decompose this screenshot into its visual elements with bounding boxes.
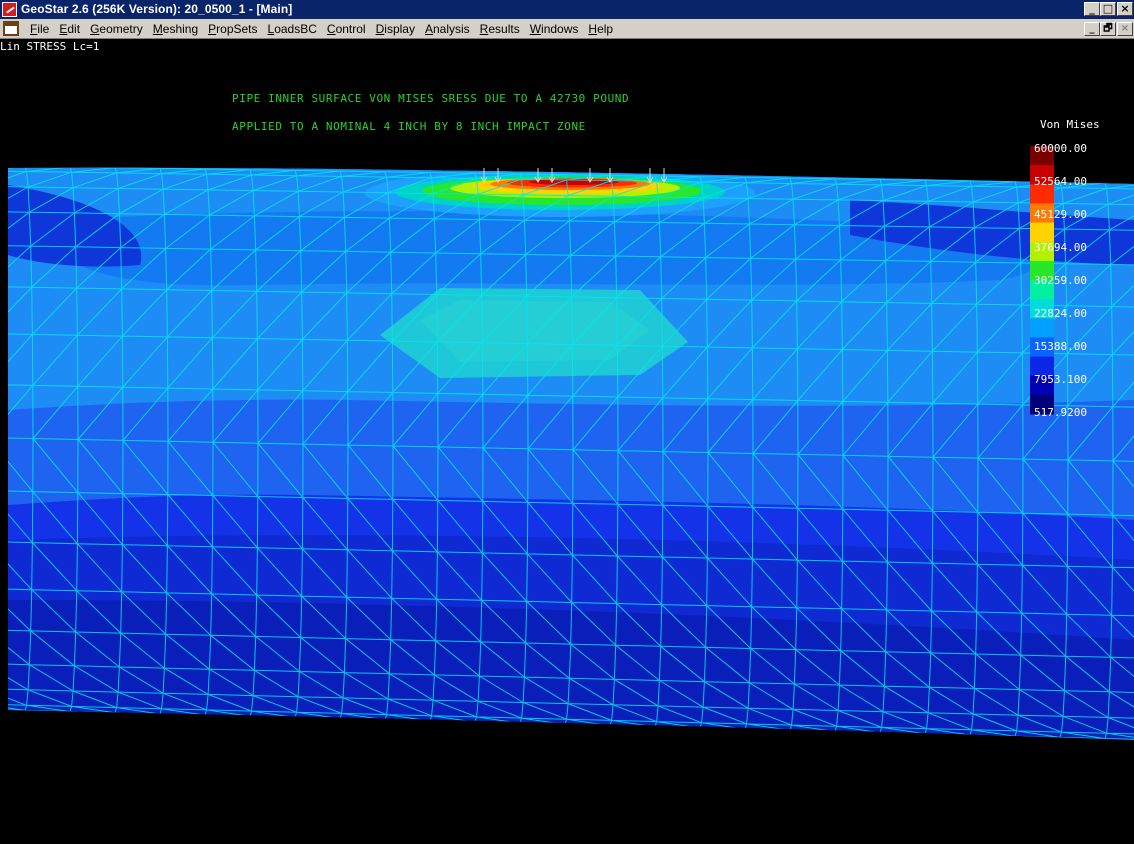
menu-geometry[interactable]: Geometry xyxy=(85,22,148,36)
app-icon[interactable] xyxy=(2,2,17,17)
legend-value: 7953.100 xyxy=(1034,373,1087,386)
legend-title: Von Mises xyxy=(1040,118,1100,131)
legend-value: 45129.00 xyxy=(1034,208,1087,221)
close-button[interactable]: × xyxy=(1117,2,1133,16)
menu-file[interactable]: File xyxy=(25,22,54,36)
mdi-minimize-button[interactable]: _ xyxy=(1084,22,1100,36)
menu-bar: File Edit Geometry Meshing PropSets LoadsBC Co… xyxy=(0,19,1134,39)
document-window-icon[interactable] xyxy=(3,21,19,36)
menu-display[interactable]: Display xyxy=(371,22,420,36)
title-bar[interactable]: GeoStar 2.6 (256K Version): 20_0500_1 - … xyxy=(0,0,1134,19)
pipe-stress-contour-plot[interactable] xyxy=(8,60,1134,844)
annotation-line-1: PIPE INNER SURFACE VON MISES SRESS DUE T… xyxy=(232,92,630,105)
legend-swatch xyxy=(1030,222,1054,243)
legend-value: 517.9200 xyxy=(1034,406,1087,419)
menu-analysis[interactable]: Analysis xyxy=(420,22,475,36)
stress-contours xyxy=(8,167,1134,741)
plot-status-line: Lin STRESS Lc=1 xyxy=(0,40,100,53)
maximize-button[interactable]: □ xyxy=(1100,2,1116,16)
menu-edit[interactable]: Edit xyxy=(54,22,85,36)
legend-value: 52564.00 xyxy=(1034,175,1087,188)
legend-value: 15388.00 xyxy=(1034,340,1087,353)
legend-value: 22824.00 xyxy=(1034,307,1087,320)
menu-loadsbc[interactable]: LoadsBC xyxy=(263,22,322,36)
legend-swatch xyxy=(1030,318,1054,338)
menu-control[interactable]: Control xyxy=(322,22,371,36)
menu-windows[interactable]: Windows xyxy=(525,22,584,36)
legend-value: 60000.00 xyxy=(1034,142,1087,155)
annotation-line-2: APPLIED TO A NOMINAL 4 INCH BY 8 INCH IM… xyxy=(232,120,586,133)
window-title: GeoStar 2.6 (256K Version): 20_0500_1 - … xyxy=(21,2,293,16)
menu-results[interactable]: Results xyxy=(475,22,525,36)
legend-value: 37694.00 xyxy=(1034,241,1087,254)
minimize-button[interactable]: _ xyxy=(1084,2,1100,16)
menu-meshing[interactable]: Meshing xyxy=(148,22,203,36)
menu-help[interactable]: Help xyxy=(583,22,618,36)
menu-items: File Edit Geometry Meshing PropSets LoadsBC Co… xyxy=(25,22,618,36)
menu-propsets[interactable]: PropSets xyxy=(203,22,262,36)
mdi-restore-button[interactable]: 🗗 xyxy=(1100,22,1116,36)
legend-value: 30259.00 xyxy=(1034,274,1087,287)
stress-plot-viewport[interactable] xyxy=(8,60,1134,844)
mdi-close-button[interactable]: × xyxy=(1117,22,1133,36)
